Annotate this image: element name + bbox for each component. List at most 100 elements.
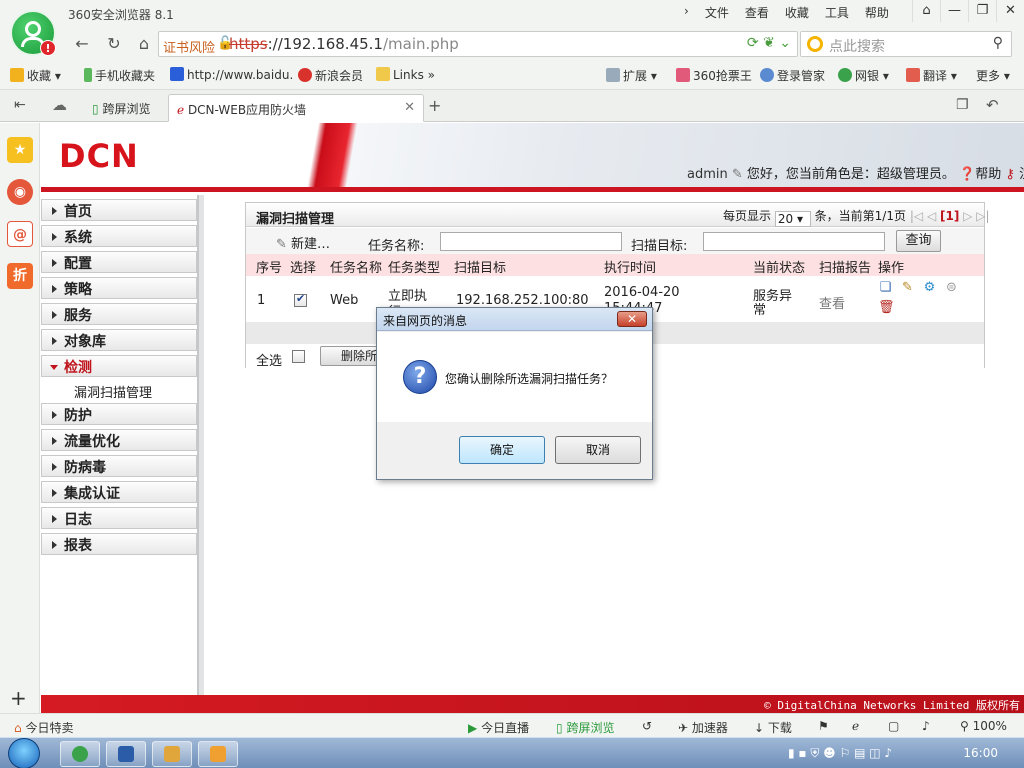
taskbar-app3[interactable] (152, 741, 192, 767)
first-page-icon[interactable]: |◁ (910, 209, 923, 223)
fav-baidu[interactable]: http://www.baidu. (170, 67, 293, 82)
search-icon[interactable]: ⚲ (993, 35, 1003, 51)
cert-warning[interactable]: 证书风险 (163, 37, 215, 56)
next-page-icon[interactable]: ▷ (963, 209, 972, 223)
scan-target-input[interactable] (703, 232, 885, 251)
nav-vuln-scan[interactable]: 漏洞扫描管理 (41, 379, 197, 401)
menu-favorites[interactable]: 收藏 (777, 4, 817, 21)
nav-protection[interactable]: 防护 (41, 403, 197, 425)
skin-button[interactable]: ⌂ (912, 0, 940, 22)
fav-translate[interactable]: 翻译 ▾ (906, 67, 957, 84)
nav-logs[interactable]: 日志 (41, 507, 197, 529)
gear-icon[interactable]: ⚙ (922, 280, 937, 295)
new-task-button[interactable]: ✎ 新建… (276, 233, 330, 252)
logout-icon[interactable]: ⚷ (1005, 167, 1015, 182)
back-icon[interactable]: ← (70, 32, 94, 56)
search-input[interactable]: 点此搜索 ⚲ (800, 31, 1012, 57)
taskbar-word[interactable] (106, 741, 146, 767)
stop-icon[interactable]: ⊜ (944, 280, 959, 295)
fav-more[interactable]: 更多 ▾ (976, 67, 1010, 84)
star-icon[interactable]: ★ (7, 137, 33, 163)
cloud-icon[interactable]: ☁ (52, 96, 67, 114)
menu-arrow[interactable]: › (676, 4, 697, 21)
clock[interactable]: 16:00 (963, 746, 998, 760)
home-icon[interactable]: ⌂ (132, 32, 156, 56)
nav-auth[interactable]: 集成认证 (41, 481, 197, 503)
tray-icons[interactable]: ▮ ▪ ⛨ ☻ ⚐ ▤ ◫ ♪ (788, 746, 892, 761)
close-window-button[interactable]: ✕ (996, 0, 1024, 22)
row-checkbox[interactable] (294, 292, 307, 307)
ok-button[interactable]: 确定 (459, 436, 545, 464)
flag-icon[interactable]: ⚑ (818, 719, 829, 733)
help-icon[interactable]: ❓ (959, 167, 975, 182)
current-page[interactable]: [1] (940, 209, 959, 223)
prev-page-icon[interactable]: ◁ (927, 209, 936, 223)
status-refresh-icon[interactable]: ↺ (642, 719, 652, 733)
weibo-icon[interactable]: ◉ (7, 179, 33, 205)
minimize-button[interactable]: — (940, 0, 968, 22)
edit-icon[interactable]: ✎ (900, 280, 915, 295)
browser-account-icon[interactable]: ! (10, 10, 56, 56)
address-input[interactable]: 证书风险 🔓 https://192.168.45.1/main.php ⟳ ❦… (158, 31, 798, 57)
zoom-level[interactable]: ⚲ 100% (960, 719, 1007, 733)
help-link[interactable]: 帮助 (975, 167, 1001, 182)
nav-service[interactable]: 服务 (41, 303, 197, 325)
nav-splitter[interactable] (199, 195, 204, 695)
taskbar-ie[interactable] (60, 741, 100, 767)
undo-close-icon[interactable]: ↶ (986, 96, 999, 114)
status-accelerator[interactable]: ✈ 加速器 (678, 719, 728, 736)
daily-deals[interactable]: ⌂ 今日特卖 (14, 719, 73, 736)
nav-system[interactable]: 系统 (41, 225, 197, 247)
nav-policy[interactable]: 策略 (41, 277, 197, 299)
menu-help[interactable]: 帮助 (857, 4, 897, 21)
last-page-icon[interactable]: ▷| (976, 209, 989, 223)
fav-mobile[interactable]: 手机收藏夹 (84, 67, 155, 84)
start-button[interactable] (8, 738, 40, 768)
copy-icon[interactable]: ❏ (878, 280, 893, 295)
menu-file[interactable]: 文件 (697, 4, 737, 21)
status-download[interactable]: ↓ 下载 (754, 719, 792, 736)
discount-icon[interactable]: 折 (7, 263, 33, 289)
fav-extensions[interactable]: 扩展 ▾ (606, 67, 657, 84)
status-live[interactable]: ▶ 今日直播 (468, 719, 529, 736)
nav-reports[interactable]: 报表 (41, 533, 197, 555)
add-sidebar-icon[interactable]: + (10, 686, 27, 710)
view-report-link[interactable]: 查看 (819, 293, 845, 312)
nav-objects[interactable]: 对象库 (41, 329, 197, 351)
tab-close-icon[interactable]: ✕ (404, 100, 415, 115)
delete-icon[interactable]: 🗑 (878, 300, 895, 315)
search-engine-icon[interactable] (807, 36, 823, 52)
maximize-button[interactable]: ❐ (968, 0, 996, 22)
fav-bank[interactable]: 网银 ▾ (838, 67, 889, 84)
new-tab-icon[interactable]: + (428, 96, 441, 115)
menu-view[interactable]: 查看 (737, 4, 777, 21)
mail-icon[interactable]: @ (7, 221, 33, 247)
taskbar-app4[interactable] (198, 741, 238, 767)
favorites-menu[interactable]: 收藏 ▾ (10, 67, 61, 84)
per-page-select[interactable]: 20 ▾ (774, 211, 811, 227)
select-all-checkbox[interactable] (292, 350, 305, 363)
fav-sina[interactable]: 新浪会员 (298, 67, 363, 84)
nav-antivirus[interactable]: 防病毒 (41, 455, 197, 477)
menu-tools[interactable]: 工具 (817, 4, 857, 21)
nav-home[interactable]: 首页 (41, 199, 197, 221)
status-cross-screen[interactable]: ▯ 跨屏浏览 (556, 719, 614, 736)
refresh-icon[interactable]: ↻ (102, 32, 126, 56)
nav-detection[interactable]: 检测 (41, 355, 197, 377)
volume-icon[interactable]: ♪ (922, 719, 930, 733)
nav-traffic[interactable]: 流量优化 (41, 429, 197, 451)
fav-ticket[interactable]: 360抢票王 (676, 67, 752, 84)
logout-link[interactable]: 注销 (1019, 167, 1024, 182)
ie-mode-icon[interactable]: ℯ (852, 719, 859, 733)
compat-mode-icon[interactable]: ⟳ ❦ ⌄ (747, 35, 791, 51)
fav-links[interactable]: Links » (376, 67, 435, 82)
nav-config[interactable]: 配置 (41, 251, 197, 273)
fav-login-manager[interactable]: 登录管家 (760, 67, 825, 84)
query-button[interactable]: 查询 (896, 230, 941, 252)
tab-cross-screen[interactable]: ▯ 跨屏浏览 (84, 94, 164, 122)
tab-dcn-waf[interactable]: ℯ DCN-WEB应用防火墙 ✕ (168, 94, 424, 122)
edit-profile-icon[interactable]: ✎ (732, 167, 743, 182)
dialog-close-button[interactable]: ✕ (617, 311, 647, 327)
dialog-titlebar[interactable]: 来自网页的消息 ✕ (377, 308, 652, 331)
task-name-input[interactable] (440, 232, 622, 251)
